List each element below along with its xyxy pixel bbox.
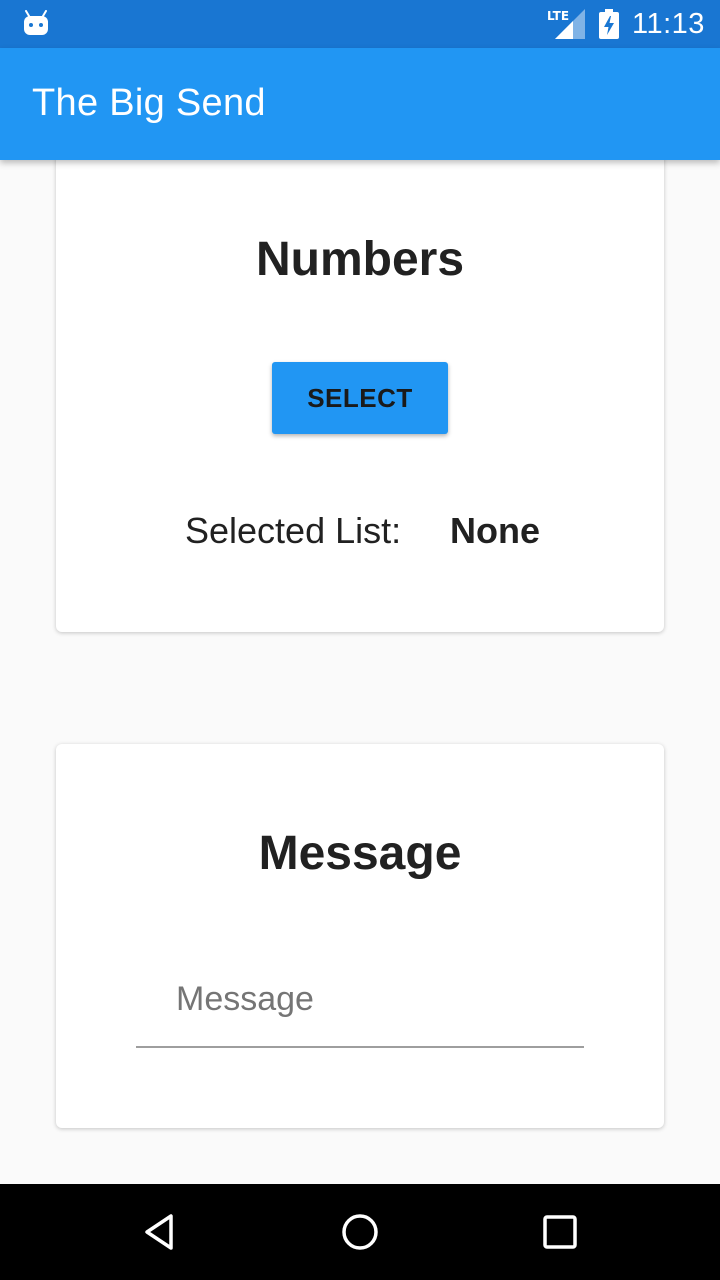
back-icon[interactable]	[136, 1208, 184, 1256]
message-title: Message	[258, 827, 462, 880]
selected-list-label: Selected List:	[185, 510, 402, 551]
battery-charging-icon	[599, 9, 619, 39]
numbers-card: Numbers SELECT Selected List: None	[56, 120, 664, 632]
status-bar: LTE 11:13	[0, 0, 720, 48]
home-icon[interactable]	[336, 1208, 384, 1256]
lte-label: LTE	[547, 9, 569, 23]
navigation-bar	[0, 1184, 720, 1280]
app-title: The Big Send	[32, 82, 266, 124]
android-icon	[24, 10, 48, 35]
status-time: 11:13	[632, 8, 705, 40]
app-bar: The Big Send	[0, 48, 720, 160]
message-input[interactable]	[136, 966, 584, 1048]
lte-signal-icon: LTE	[547, 9, 585, 39]
numbers-title: Numbers	[255, 233, 465, 286]
select-button[interactable]: SELECT	[272, 362, 448, 434]
recents-icon[interactable]	[536, 1208, 584, 1256]
message-card: Message	[56, 744, 664, 1128]
selected-list-value: None	[450, 510, 540, 551]
